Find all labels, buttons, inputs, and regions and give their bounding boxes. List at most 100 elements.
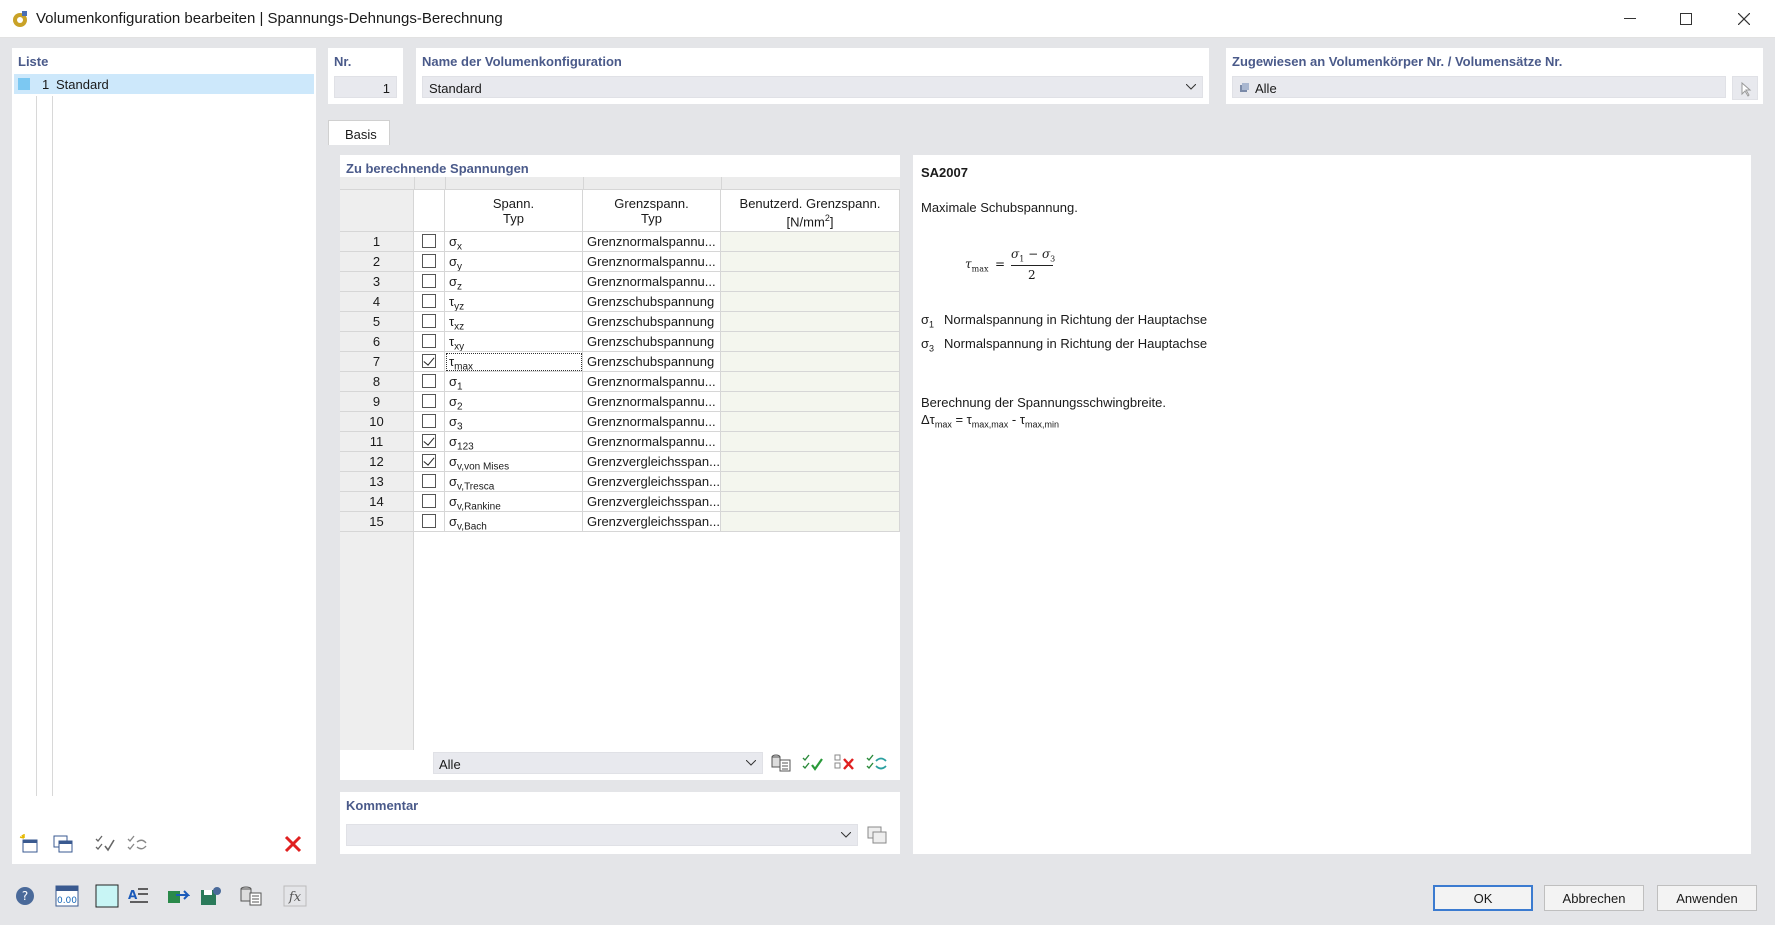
row-check-cell	[414, 492, 445, 512]
check-all-icon[interactable]	[92, 832, 118, 856]
stress-type-cell[interactable]: σv,Bach	[445, 512, 583, 532]
app-icon	[10, 9, 30, 29]
copy-item-button[interactable]	[50, 832, 76, 856]
minimize-button[interactable]	[1602, 0, 1658, 38]
stress-checkbox[interactable]	[422, 234, 436, 248]
tab-basis[interactable]: Basis	[328, 120, 390, 146]
assigned-field[interactable]: Alle	[1232, 76, 1726, 98]
limit-type-cell[interactable]: Grenznormalspannu...	[583, 252, 721, 272]
stress-checkbox[interactable]	[422, 434, 436, 448]
limit-type-cell[interactable]: Grenzvergleichsspan...	[583, 472, 721, 492]
stress-type-cell[interactable]: σv,Rankine	[445, 492, 583, 512]
comment-combobox[interactable]	[346, 824, 858, 846]
user-limit-cell[interactable]	[721, 472, 900, 492]
user-limit-cell[interactable]	[721, 492, 900, 512]
limit-type-cell[interactable]: Grenzvergleichsspan...	[583, 452, 721, 472]
stress-type-cell[interactable]: τyz	[445, 292, 583, 312]
stress-type-cell[interactable]: σ2	[445, 392, 583, 412]
invert-selection-icon[interactable]	[864, 751, 890, 775]
user-limit-cell[interactable]	[721, 372, 900, 392]
stress-checkbox[interactable]	[422, 414, 436, 428]
limit-type-cell[interactable]: Grenznormalspannu...	[583, 412, 721, 432]
user-limit-cell[interactable]	[721, 412, 900, 432]
close-window-button[interactable]	[1716, 0, 1772, 38]
stress-type-cell[interactable]: σ3	[445, 412, 583, 432]
list-panel: Liste 1 Standard	[12, 48, 316, 864]
limit-type-cell[interactable]: Grenznormalspannu...	[583, 372, 721, 392]
user-limit-cell[interactable]	[721, 292, 900, 312]
list-item[interactable]: 1 Standard	[14, 74, 314, 94]
stress-type-cell[interactable]: σv,Tresca	[445, 472, 583, 492]
formula-icon[interactable]: fx	[282, 884, 308, 908]
cancel-button[interactable]: Abbrechen	[1544, 885, 1644, 911]
user-limit-cell[interactable]	[721, 232, 900, 252]
table-copy-icon[interactable]	[768, 751, 794, 775]
user-limit-cell[interactable]	[721, 332, 900, 352]
delete-icon[interactable]	[280, 832, 306, 856]
stress-type-cell[interactable]: τxy	[445, 332, 583, 352]
stress-type-cell[interactable]: τxz	[445, 312, 583, 332]
limit-type-cell[interactable]: Grenzschubspannung	[583, 292, 721, 312]
help-icon[interactable]: ?	[12, 884, 38, 908]
limit-type-cell[interactable]: Grenzschubspannung	[583, 312, 721, 332]
stress-checkbox[interactable]	[422, 454, 436, 468]
user-limit-cell[interactable]	[721, 432, 900, 452]
units-decimal-icon[interactable]: 0.00	[54, 884, 80, 908]
ok-button[interactable]: OK	[1433, 885, 1533, 911]
row-number: 1	[340, 232, 414, 252]
user-limit-cell[interactable]	[721, 452, 900, 472]
stress-type-cell[interactable]: σv,von Mises	[445, 452, 583, 472]
limit-type-cell[interactable]: Grenzschubspannung	[583, 352, 721, 372]
limit-type-cell[interactable]: Grenznormalspannu...	[583, 432, 721, 452]
stress-checkbox[interactable]	[422, 314, 436, 328]
stress-type-cell[interactable]: σy	[445, 252, 583, 272]
row-number: 3	[340, 272, 414, 292]
stress-type-cell[interactable]: σz	[445, 272, 583, 292]
limit-type-cell[interactable]: Grenznormalspannu...	[583, 232, 721, 252]
deselect-all-icon[interactable]	[832, 751, 858, 775]
stress-checkbox[interactable]	[422, 334, 436, 348]
name-combobox[interactable]: Standard	[422, 76, 1203, 98]
stress-type-cell[interactable]: σ123	[445, 432, 583, 452]
database-table-icon[interactable]	[238, 884, 264, 908]
user-limit-cell[interactable]	[721, 272, 900, 292]
stress-checkbox[interactable]	[422, 294, 436, 308]
apply-button[interactable]: Anwenden	[1657, 885, 1757, 911]
stress-checkbox[interactable]	[422, 474, 436, 488]
settings-save-icon[interactable]	[198, 884, 224, 908]
user-limit-cell[interactable]	[721, 252, 900, 272]
limit-type-cell[interactable]: Grenzvergleichsspan...	[583, 492, 721, 512]
user-limit-cell[interactable]	[721, 392, 900, 412]
stress-checkbox[interactable]	[422, 394, 436, 408]
svg-text:A: A	[128, 888, 138, 902]
export-icon[interactable]	[165, 884, 191, 908]
stress-type-cell[interactable]: σx	[445, 232, 583, 252]
limit-type-cell[interactable]: Grenzvergleichsspan...	[583, 512, 721, 532]
maximize-button[interactable]	[1658, 0, 1714, 38]
stress-filter-combobox[interactable]: Alle	[433, 752, 763, 774]
row-check-cell	[414, 232, 445, 252]
stress-checkbox[interactable]	[422, 374, 436, 388]
limit-type-cell[interactable]: Grenznormalspannu...	[583, 392, 721, 412]
row-check-cell	[414, 292, 445, 312]
text-edit-icon[interactable]: A	[125, 884, 151, 908]
stress-checkbox[interactable]	[422, 354, 436, 368]
stress-type-cell[interactable]: σ1	[445, 372, 583, 392]
user-limit-cell[interactable]	[721, 312, 900, 332]
stress-type-cell[interactable]: τmax	[445, 352, 583, 372]
toggle-check-icon[interactable]	[124, 832, 150, 856]
user-limit-column-header: Benutzerd. Grenzspann. [N/mm2]	[721, 190, 900, 232]
comment-library-icon[interactable]	[864, 823, 890, 847]
stress-checkbox[interactable]	[422, 494, 436, 508]
stress-checkbox[interactable]	[422, 274, 436, 288]
select-all-check-icon[interactable]	[800, 751, 826, 775]
color-swatch-icon[interactable]	[94, 884, 120, 908]
stress-checkbox[interactable]	[422, 514, 436, 528]
limit-type-cell[interactable]: Grenzschubspannung	[583, 332, 721, 352]
new-item-button[interactable]	[17, 832, 43, 856]
limit-type-cell[interactable]: Grenznormalspannu...	[583, 272, 721, 292]
stress-checkbox[interactable]	[422, 254, 436, 268]
user-limit-cell[interactable]	[721, 512, 900, 532]
select-in-graphic-button[interactable]	[1732, 76, 1758, 100]
user-limit-cell[interactable]	[721, 352, 900, 372]
